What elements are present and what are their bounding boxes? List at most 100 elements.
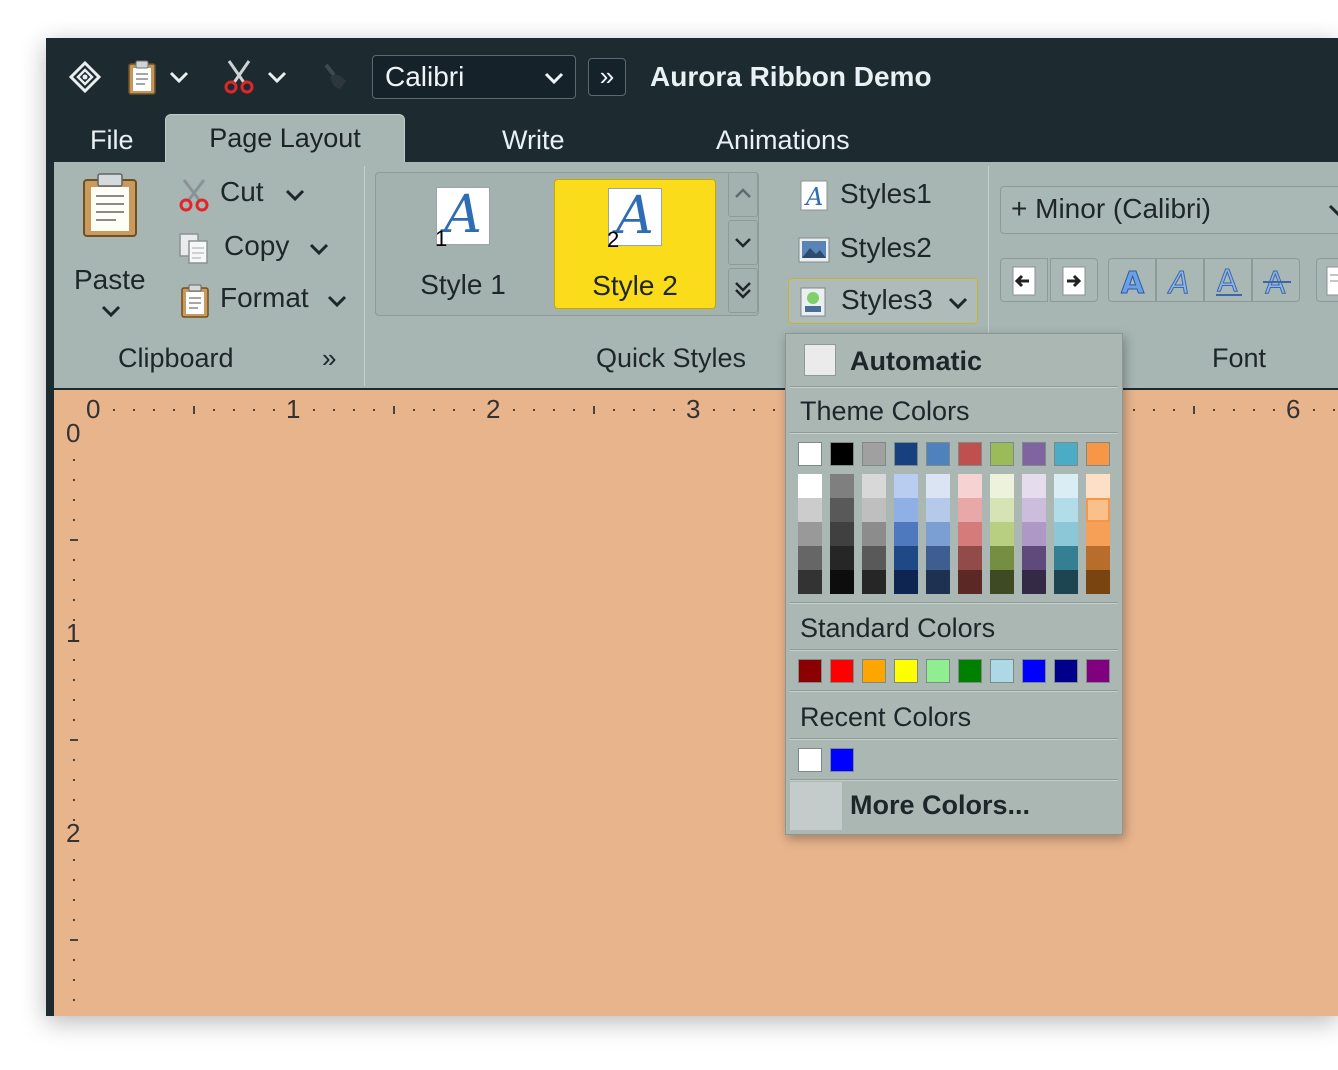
- paragraph-button[interactable]: [1316, 258, 1338, 302]
- theme-color-swatch[interactable]: [798, 474, 822, 498]
- theme-color-swatch[interactable]: [894, 522, 918, 546]
- theme-color-swatch[interactable]: [990, 570, 1014, 594]
- standard-color-swatch[interactable]: [1054, 659, 1078, 683]
- theme-color-swatch[interactable]: [990, 546, 1014, 570]
- tab-animations[interactable]: Animations: [716, 120, 850, 162]
- theme-color-swatch[interactable]: [926, 522, 950, 546]
- decrease-indent-button[interactable]: [1000, 258, 1048, 302]
- tab-write[interactable]: Write: [502, 120, 565, 162]
- styles2-button[interactable]: Styles2: [794, 230, 994, 272]
- theme-color-swatch[interactable]: [894, 474, 918, 498]
- standard-color-swatch[interactable]: [830, 659, 854, 683]
- theme-color-swatch[interactable]: [862, 474, 886, 498]
- standard-color-swatch[interactable]: [862, 659, 886, 683]
- theme-color-swatch[interactable]: [1054, 498, 1078, 522]
- theme-color-swatch[interactable]: [926, 570, 950, 594]
- copy-button[interactable]: Copy: [178, 230, 348, 272]
- tab-file[interactable]: File: [90, 120, 134, 162]
- chevron-down-icon[interactable]: [266, 66, 288, 88]
- theme-color-swatch[interactable]: [958, 474, 982, 498]
- theme-color-swatch[interactable]: [958, 546, 982, 570]
- recent-color-swatch[interactable]: [830, 748, 854, 772]
- styles3-button[interactable]: Styles3: [788, 278, 978, 324]
- style-2-button[interactable]: A 2 Style 2: [554, 179, 716, 309]
- theme-color-swatch[interactable]: [862, 546, 886, 570]
- cut-button[interactable]: Cut: [178, 176, 348, 218]
- theme-color-swatch[interactable]: [1086, 474, 1110, 498]
- diamond-menu-icon[interactable]: [68, 60, 102, 94]
- theme-color-swatch[interactable]: [926, 546, 950, 570]
- theme-color-swatch[interactable]: [1086, 546, 1110, 570]
- clipboard-icon[interactable]: [124, 58, 160, 96]
- standard-color-swatch[interactable]: [1086, 659, 1110, 683]
- theme-color-swatch[interactable]: [926, 474, 950, 498]
- theme-color-swatch[interactable]: [830, 474, 854, 498]
- font-name-combo[interactable]: + Minor (Calibri): [1000, 186, 1338, 234]
- standard-color-swatch[interactable]: [958, 659, 982, 683]
- theme-color-swatch[interactable]: [926, 442, 950, 466]
- gallery-expand-button[interactable]: [728, 268, 758, 313]
- theme-color-swatch[interactable]: [1022, 498, 1046, 522]
- theme-color-swatch[interactable]: [894, 570, 918, 594]
- theme-color-swatch[interactable]: [1086, 442, 1110, 466]
- theme-color-swatch[interactable]: [958, 522, 982, 546]
- text-strikethrough-style-button[interactable]: A: [1252, 258, 1300, 302]
- theme-color-swatch[interactable]: [798, 498, 822, 522]
- text-italic-style-button[interactable]: A: [1156, 258, 1204, 302]
- theme-color-swatch[interactable]: [798, 546, 822, 570]
- styles1-button[interactable]: A Styles1: [794, 176, 994, 218]
- style-1-button[interactable]: A 1 Style 1: [382, 179, 544, 309]
- font-family-combo[interactable]: Calibri: [372, 55, 576, 99]
- theme-color-swatch[interactable]: [894, 442, 918, 466]
- theme-color-swatch[interactable]: [1054, 570, 1078, 594]
- standard-color-swatch[interactable]: [798, 659, 822, 683]
- document-canvas[interactable]: 0 1 2 3 6 0 1 2: [54, 390, 1338, 1016]
- tab-page-layout[interactable]: Page Layout: [165, 114, 405, 162]
- theme-color-swatch[interactable]: [1054, 474, 1078, 498]
- theme-color-swatch[interactable]: [894, 546, 918, 570]
- automatic-color-item[interactable]: Automatic: [790, 338, 1118, 384]
- theme-color-swatch[interactable]: [798, 442, 822, 466]
- theme-color-swatch[interactable]: [798, 522, 822, 546]
- theme-color-swatch[interactable]: [1054, 442, 1078, 466]
- standard-color-swatch[interactable]: [926, 659, 950, 683]
- theme-color-swatch[interactable]: [830, 442, 854, 466]
- theme-color-swatch[interactable]: [830, 498, 854, 522]
- theme-color-swatch[interactable]: [862, 498, 886, 522]
- theme-color-swatch[interactable]: [958, 498, 982, 522]
- theme-color-swatch[interactable]: [990, 498, 1014, 522]
- recent-color-swatch[interactable]: [798, 748, 822, 772]
- theme-color-swatch[interactable]: [958, 570, 982, 594]
- theme-color-swatch[interactable]: [830, 546, 854, 570]
- theme-color-swatch[interactable]: [798, 570, 822, 594]
- theme-color-swatch[interactable]: [1022, 474, 1046, 498]
- theme-color-swatch[interactable]: [990, 522, 1014, 546]
- theme-color-swatch[interactable]: [1022, 570, 1046, 594]
- theme-color-swatch[interactable]: [990, 442, 1014, 466]
- more-colors-item[interactable]: More Colors...: [790, 782, 1118, 830]
- toolbar-overflow-button[interactable]: »: [588, 58, 626, 96]
- format-button[interactable]: Format: [178, 282, 358, 324]
- theme-color-swatch[interactable]: [926, 498, 950, 522]
- theme-color-swatch[interactable]: [1086, 570, 1110, 594]
- theme-color-swatch[interactable]: [990, 474, 1014, 498]
- standard-color-swatch[interactable]: [1022, 659, 1046, 683]
- gallery-scroll-up-button[interactable]: [728, 172, 758, 217]
- theme-color-swatch[interactable]: [958, 442, 982, 466]
- theme-color-swatch[interactable]: [830, 522, 854, 546]
- text-bold-style-button[interactable]: A: [1108, 258, 1156, 302]
- theme-color-swatch[interactable]: [1086, 522, 1110, 546]
- selected-color-swatch[interactable]: [1086, 498, 1110, 522]
- theme-color-swatch[interactable]: [862, 522, 886, 546]
- format-painter-icon[interactable]: [318, 60, 352, 94]
- standard-color-swatch[interactable]: [894, 659, 918, 683]
- theme-color-swatch[interactable]: [862, 442, 886, 466]
- theme-color-swatch[interactable]: [1054, 546, 1078, 570]
- clipboard-dialog-launcher[interactable]: »: [322, 343, 336, 374]
- text-underline-style-button[interactable]: A: [1204, 258, 1252, 302]
- scissors-icon[interactable]: [222, 58, 256, 96]
- increase-indent-button[interactable]: [1050, 258, 1098, 302]
- theme-color-swatch[interactable]: [862, 570, 886, 594]
- paste-button[interactable]: Paste: [74, 172, 146, 318]
- theme-color-swatch[interactable]: [1022, 442, 1046, 466]
